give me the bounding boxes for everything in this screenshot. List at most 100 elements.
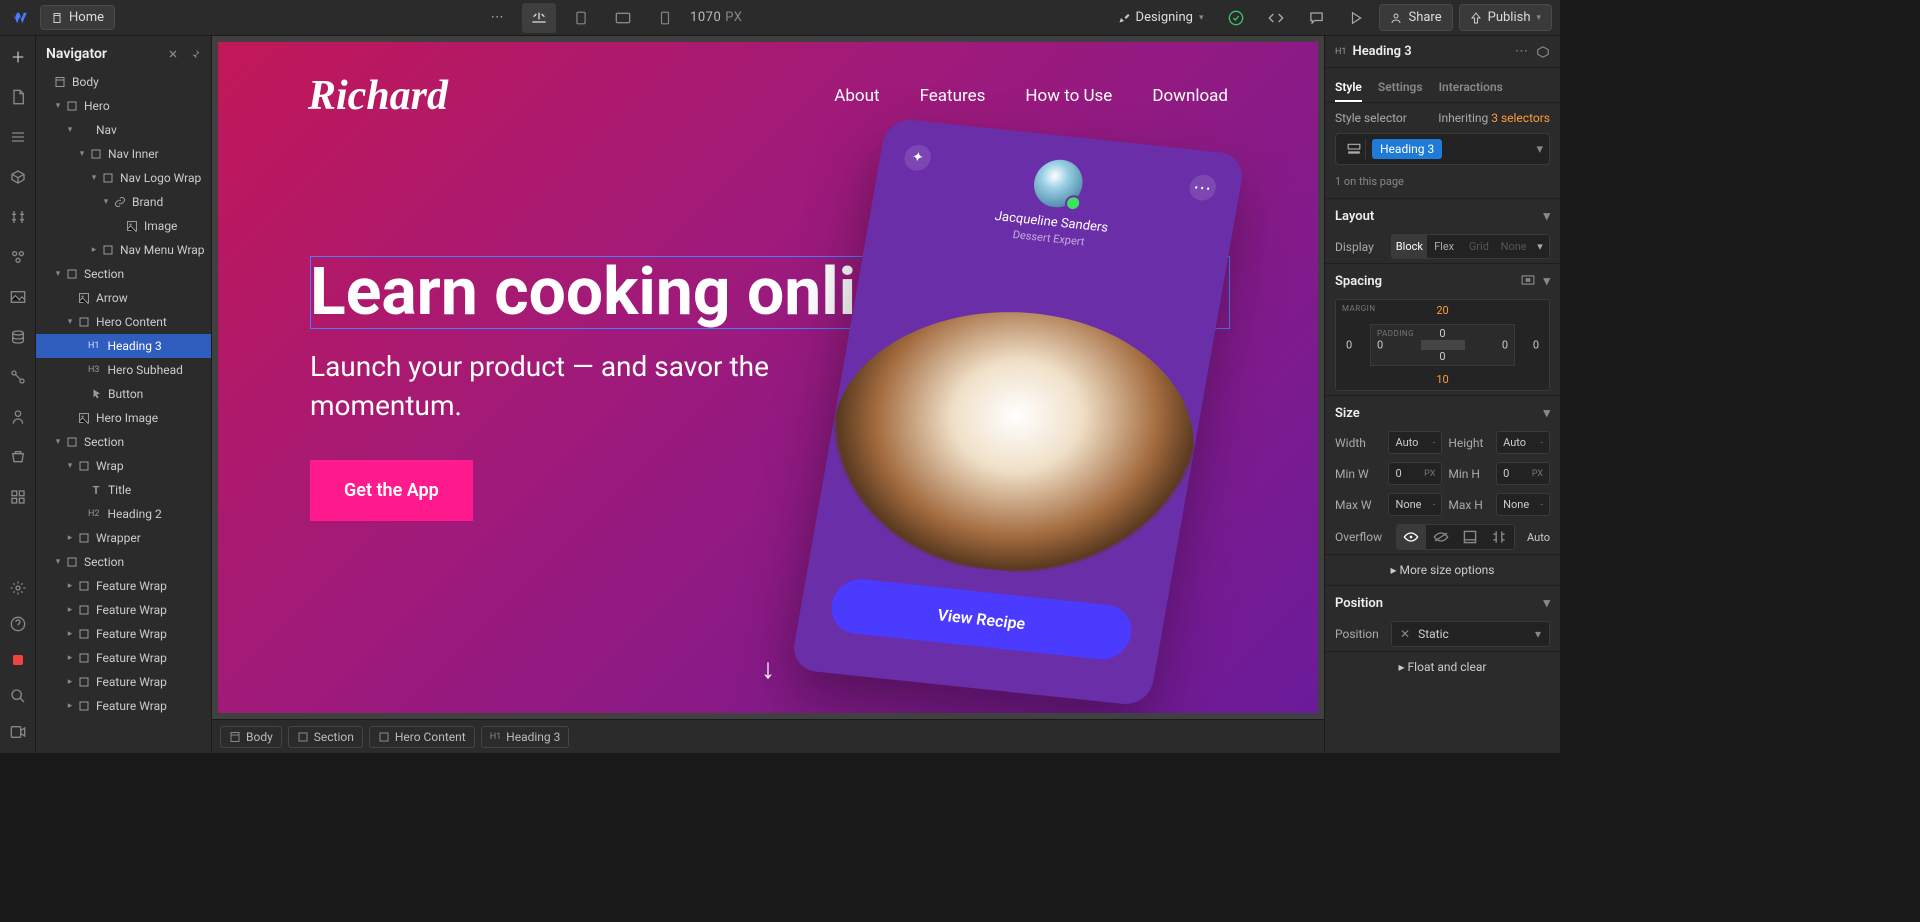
view-recipe-button[interactable]: View Recipe bbox=[827, 577, 1136, 663]
inheriting-link[interactable]: 3 selectors bbox=[1491, 111, 1550, 125]
more-icon[interactable]: ⋯ bbox=[480, 3, 514, 33]
tree-row[interactable]: ▾Hero bbox=[36, 94, 211, 118]
tree-row[interactable]: ▸Nav Menu Wrap bbox=[36, 238, 211, 262]
section-toggle-icon[interactable]: ▾ bbox=[1543, 274, 1550, 289]
tree-row[interactable]: Body bbox=[36, 70, 211, 94]
padding-left[interactable]: 0 bbox=[1377, 339, 1383, 352]
section-toggle-icon[interactable]: ▾ bbox=[1543, 209, 1550, 224]
overflow-segmented[interactable] bbox=[1396, 524, 1515, 550]
min-width-input[interactable]: 0PX bbox=[1388, 462, 1442, 485]
tree-row[interactable]: ▸Feature Wrap bbox=[36, 694, 211, 718]
more-size-options-button[interactable]: ▸ More size options bbox=[1325, 554, 1560, 585]
navigator-icon[interactable] bbox=[7, 126, 29, 148]
tree-row[interactable]: TTitle bbox=[36, 478, 211, 502]
display-more-icon[interactable]: ▾ bbox=[1531, 235, 1549, 258]
margin-right[interactable]: 0 bbox=[1533, 339, 1539, 352]
tree-row[interactable]: ▾Section bbox=[36, 430, 211, 454]
tree-row[interactable]: Image bbox=[36, 214, 211, 238]
display-option[interactable]: Grid bbox=[1462, 235, 1497, 258]
display-option[interactable]: Flex bbox=[1427, 235, 1462, 258]
viewport-size[interactable]: 1070PX bbox=[690, 10, 742, 25]
cms-icon[interactable] bbox=[7, 326, 29, 348]
pin-icon[interactable] bbox=[189, 48, 201, 60]
float-clear-button[interactable]: ▸ Float and clear bbox=[1325, 651, 1560, 682]
help-icon[interactable] bbox=[7, 613, 29, 635]
breakpoint-tablet-icon[interactable] bbox=[564, 3, 598, 33]
height-input[interactable]: Auto- bbox=[1496, 431, 1550, 454]
breadcrumb-item[interactable]: H1Heading 3 bbox=[481, 726, 570, 748]
settings-icon[interactable] bbox=[7, 577, 29, 599]
spacing-editor[interactable]: MARGIN 20 10 0 0 PADDING 0 0 0 0 bbox=[1335, 299, 1550, 391]
site-menu-item[interactable]: Features bbox=[920, 86, 986, 106]
logic-icon[interactable] bbox=[7, 366, 29, 388]
element-settings-icon[interactable] bbox=[1536, 45, 1550, 59]
tree-row[interactable]: H1Heading 3 bbox=[36, 334, 211, 358]
tree-row[interactable]: ▸Wrapper bbox=[36, 526, 211, 550]
tree-row[interactable]: ▾Brand bbox=[36, 190, 211, 214]
styles-icon[interactable] bbox=[7, 246, 29, 268]
preview-icon[interactable] bbox=[1339, 3, 1373, 33]
class-selector[interactable]: Heading 3 ▾ bbox=[1335, 133, 1550, 165]
home-page-button[interactable]: Home bbox=[40, 5, 115, 30]
tree-row[interactable]: H2Heading 2 bbox=[36, 502, 211, 526]
max-height-input[interactable]: None- bbox=[1496, 493, 1550, 516]
share-button[interactable]: Share bbox=[1379, 4, 1452, 31]
users-icon[interactable] bbox=[7, 406, 29, 428]
overflow-auto-label[interactable]: Auto bbox=[1527, 531, 1550, 544]
breadcrumb-item[interactable]: Hero Content bbox=[369, 726, 475, 748]
tree-row[interactable]: ▾Nav Logo Wrap bbox=[36, 166, 211, 190]
site-menu-item[interactable]: About bbox=[834, 86, 879, 106]
breakpoint-mobile-icon[interactable] bbox=[648, 3, 682, 33]
breakpoint-base-icon[interactable] bbox=[522, 3, 556, 33]
tree-row[interactable]: ▸Feature Wrap bbox=[36, 598, 211, 622]
chevron-down-icon[interactable]: ▾ bbox=[1536, 142, 1543, 157]
variables-icon[interactable] bbox=[7, 206, 29, 228]
panel-tab[interactable]: Interactions bbox=[1439, 74, 1503, 102]
position-select[interactable]: ✕ Static ▾ bbox=[1391, 621, 1550, 647]
display-option[interactable]: Block bbox=[1392, 235, 1427, 258]
margin-left[interactable]: 0 bbox=[1346, 339, 1352, 352]
tree-row[interactable]: ▸Feature Wrap bbox=[36, 670, 211, 694]
element-more-icon[interactable]: ⋯ bbox=[1515, 44, 1528, 59]
spacing-mode-icon[interactable] bbox=[1521, 274, 1535, 289]
mode-designing-button[interactable]: Designing ▾ bbox=[1108, 5, 1214, 30]
padding-bottom[interactable]: 0 bbox=[1439, 350, 1445, 363]
audit-icon[interactable] bbox=[7, 649, 29, 671]
section-toggle-icon[interactable]: ▾ bbox=[1543, 406, 1550, 421]
navigator-tree[interactable]: Body▾Hero▾Nav▾Nav Inner▾Nav Logo Wrap▾Br… bbox=[36, 70, 211, 753]
tree-row[interactable]: ▾Nav bbox=[36, 118, 211, 142]
design-canvas[interactable]: Richard AboutFeaturesHow to UseDownload … bbox=[218, 42, 1318, 713]
status-check-icon[interactable] bbox=[1219, 3, 1253, 33]
breadcrumb-item[interactable]: Body bbox=[220, 726, 282, 748]
margin-bottom[interactable]: 10 bbox=[1436, 373, 1448, 386]
display-option[interactable]: None bbox=[1496, 235, 1531, 258]
tree-row[interactable]: Button bbox=[36, 382, 211, 406]
ecommerce-icon[interactable] bbox=[7, 446, 29, 468]
tree-row[interactable]: Hero Image bbox=[36, 406, 211, 430]
breadcrumb-item[interactable]: Section bbox=[288, 726, 363, 748]
display-segmented[interactable]: BlockFlexGridNone▾ bbox=[1391, 234, 1550, 259]
site-menu-item[interactable]: How to Use bbox=[1025, 86, 1112, 106]
breakpoint-landscape-icon[interactable] bbox=[606, 3, 640, 33]
tree-row[interactable]: ▾Wrap bbox=[36, 454, 211, 478]
components-icon[interactable] bbox=[7, 166, 29, 188]
class-chip[interactable]: Heading 3 bbox=[1372, 139, 1442, 159]
add-element-icon[interactable] bbox=[7, 46, 29, 68]
video-icon[interactable] bbox=[7, 721, 29, 743]
search-icon[interactable] bbox=[7, 685, 29, 707]
max-width-input[interactable]: None- bbox=[1388, 493, 1442, 516]
assets-icon[interactable] bbox=[7, 286, 29, 308]
code-icon[interactable] bbox=[1259, 3, 1293, 33]
padding-top[interactable]: 0 bbox=[1439, 327, 1445, 340]
tree-row[interactable]: H3Hero Subhead bbox=[36, 358, 211, 382]
panel-tab[interactable]: Style bbox=[1335, 74, 1362, 102]
margin-top[interactable]: 20 bbox=[1436, 304, 1448, 317]
apps-icon[interactable] bbox=[7, 486, 29, 508]
tree-row[interactable]: ▾Section bbox=[36, 550, 211, 574]
tree-row[interactable]: ▾Nav Inner bbox=[36, 142, 211, 166]
tree-row[interactable]: ▾Section bbox=[36, 262, 211, 286]
panel-tab[interactable]: Settings bbox=[1378, 74, 1423, 102]
tree-row[interactable]: ▸Feature Wrap bbox=[36, 574, 211, 598]
width-input[interactable]: Auto- bbox=[1388, 431, 1442, 454]
pages-icon[interactable] bbox=[7, 86, 29, 108]
